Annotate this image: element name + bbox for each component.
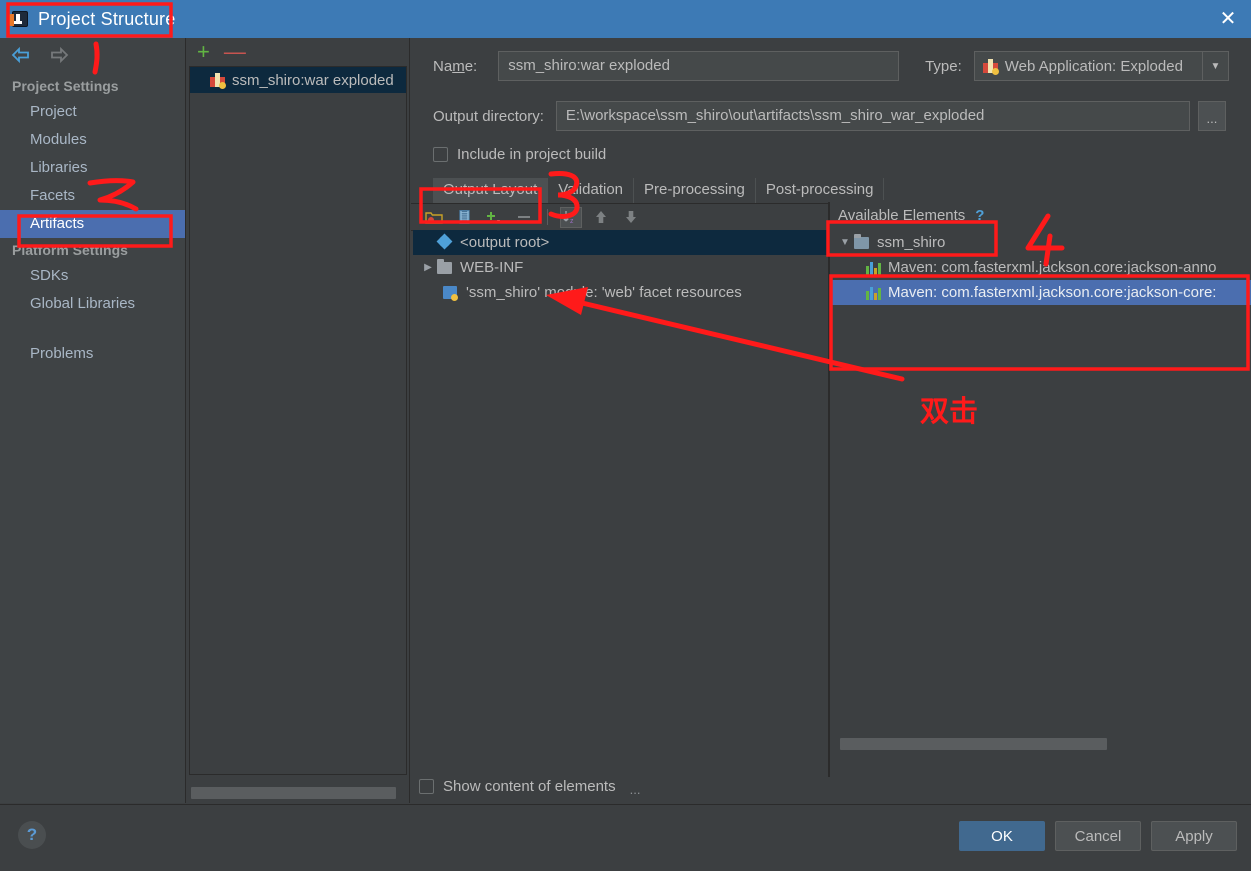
help-icon[interactable]: ?	[18, 821, 46, 849]
sidebar-item-global-libraries[interactable]: Global Libraries	[0, 290, 185, 318]
tree-row[interactable]: 'ssm_shiro' module: 'web' facet resource…	[413, 280, 828, 305]
settings-sidebar: Project Settings Project Modules Librari…	[0, 38, 186, 803]
list-item[interactable]: ssm_shiro:war exploded	[190, 67, 406, 93]
add-artifact-button[interactable]: +	[197, 41, 210, 63]
svg-text:z: z	[570, 218, 574, 225]
ok-button[interactable]: OK	[959, 821, 1045, 851]
tree-twisty-expanded[interactable]: ▼	[836, 237, 854, 248]
sidebar-group-platform-settings: Platform Settings	[12, 242, 128, 258]
add-copy-icon[interactable]	[483, 207, 505, 228]
dialog-footer: ? OK Cancel Apply https://blog.csdn.net/…	[0, 804, 1251, 871]
module-facet-icon	[443, 285, 460, 301]
project-structure-dialog: Project Structure ✕ Project Settings Pro…	[0, 0, 1251, 871]
sidebar-item-sdks[interactable]: SDKs	[0, 262, 185, 290]
scrollbar-thumb[interactable]	[840, 738, 1108, 750]
tree-twisty-collapsed[interactable]: ▶	[419, 262, 437, 273]
remove-icon	[513, 207, 535, 228]
show-content-more-icon[interactable]: ...	[630, 782, 641, 801]
tree-row[interactable]: Maven: com.fasterxml.jackson.core:jackso…	[830, 255, 1251, 280]
include-in-build-row[interactable]: Include in project build	[411, 138, 1251, 170]
sidebar-item-artifacts[interactable]: Artifacts	[0, 210, 185, 238]
create-archive-icon[interactable]	[453, 207, 475, 228]
help-icon[interactable]: ?	[975, 207, 984, 224]
name-type-row: Name: ssm_shiro:war exploded Type: Web A…	[411, 38, 1251, 94]
artifact-list-toolbar: + —	[187, 38, 409, 66]
apply-button[interactable]: Apply	[1151, 821, 1237, 851]
artifact-listbox: ssm_shiro:war exploded	[189, 66, 407, 775]
sidebar-item-libraries[interactable]: Libraries	[0, 154, 185, 182]
tree-row[interactable]: <output root>	[413, 230, 828, 255]
show-content-row[interactable]: Show content of elements ...	[411, 771, 662, 801]
available-elements-panel: Available Elements ? ▼ ssm_shiro Maven: …	[830, 200, 1251, 775]
tab-pre-processing[interactable]: Pre-processing	[634, 178, 756, 203]
artifact-type-select[interactable]: Web Application: Exploded ▼	[973, 51, 1229, 81]
sidebar-group-project-settings: Project Settings	[12, 78, 119, 94]
include-in-build-checkbox[interactable]	[433, 146, 448, 162]
name-label: Name:	[433, 57, 478, 75]
sidebar-item-problems[interactable]: Problems	[0, 340, 185, 368]
browse-output-directory-button[interactable]: ...	[1197, 101, 1226, 131]
available-elements-hscrollbar[interactable]	[840, 738, 1233, 750]
close-icon[interactable]: ✕	[1205, 0, 1251, 38]
create-directory-icon[interactable]	[423, 207, 445, 228]
tree-label: 'ssm_shiro' module: 'web' facet resource…	[466, 284, 742, 301]
available-elements-label: Available Elements	[838, 206, 966, 224]
tree-label: Maven: com.fasterxml.jackson.core:jackso…	[888, 259, 1217, 276]
sidebar-item-facets[interactable]: Facets	[0, 182, 185, 210]
output-layout-tree: <output root> ▶ WEB-INF 'ssm_shiro' modu…	[413, 230, 828, 735]
output-directory-input[interactable]: E:\workspace\ssm_shiro\out\artifacts\ssm…	[555, 101, 1190, 131]
artifact-name-label: ssm_shiro:war exploded	[232, 71, 394, 89]
output-directory-label: Output directory:	[433, 107, 544, 125]
scrollbar-thumb[interactable]	[191, 787, 397, 799]
tree-row[interactable]: ▶ WEB-INF	[413, 255, 828, 280]
folder-icon	[854, 234, 871, 250]
forward-arrow-icon	[51, 46, 69, 64]
artifact-gift-icon	[210, 73, 226, 89]
library-icon	[866, 261, 882, 275]
sort-alphabetically-icon[interactable]: a z	[560, 206, 582, 228]
title-bar: Project Structure ✕	[0, 0, 1251, 38]
sidebar-nav	[0, 38, 185, 72]
tree-label: Maven: com.fasterxml.jackson.core:jackso…	[888, 284, 1217, 301]
tree-row[interactable]: Maven: com.fasterxml.jackson.core:jackso…	[830, 280, 1251, 305]
sidebar-item-project[interactable]: Project	[0, 98, 185, 126]
remove-artifact-button[interactable]: —	[224, 41, 246, 63]
move-down-icon[interactable]	[620, 207, 642, 228]
artifact-name-input[interactable]: ssm_shiro:war exploded	[498, 51, 900, 81]
tab-output-layout[interactable]: Output Layout	[433, 178, 549, 203]
tab-validation[interactable]: Validation	[548, 178, 635, 203]
toolbar-divider	[547, 209, 548, 225]
artifact-editor-panel: Name: ssm_shiro:war exploded Type: Web A…	[411, 38, 1251, 803]
output-root-icon	[436, 233, 454, 250]
artifact-gift-icon	[982, 59, 999, 75]
folder-icon	[437, 259, 454, 275]
sidebar-item-modules[interactable]: Modules	[0, 126, 185, 154]
window-title: Project Structure	[38, 8, 176, 29]
back-arrow-icon[interactable]	[10, 46, 32, 64]
intellij-idea-icon	[8, 11, 28, 27]
show-content-label: Show content of elements	[443, 777, 616, 795]
move-up-icon[interactable]	[590, 207, 612, 228]
cancel-button[interactable]: Cancel	[1055, 821, 1141, 851]
artifact-list-panel: + — ssm_shiro:war exploded	[187, 38, 410, 803]
show-content-checkbox[interactable]	[419, 778, 434, 794]
footer-buttons: OK Cancel Apply	[959, 821, 1237, 851]
output-directory-row: Output directory: E:\workspace\ssm_shiro…	[411, 94, 1251, 138]
tree-label: <output root>	[460, 234, 550, 251]
tree-label: ssm_shiro	[877, 234, 946, 251]
artifact-list-hscrollbar[interactable]	[191, 787, 405, 799]
include-in-build-label: Include in project build	[457, 145, 607, 163]
artifact-type-value: Web Application: Exploded	[1004, 57, 1183, 75]
library-icon	[866, 286, 882, 300]
available-elements-header: Available Elements ?	[830, 200, 1251, 230]
tree-row[interactable]: ▼ ssm_shiro	[830, 230, 1251, 255]
chevron-down-icon[interactable]: ▼	[1202, 52, 1228, 80]
type-label: Type:	[925, 57, 962, 75]
tree-label: WEB-INF	[460, 259, 524, 276]
